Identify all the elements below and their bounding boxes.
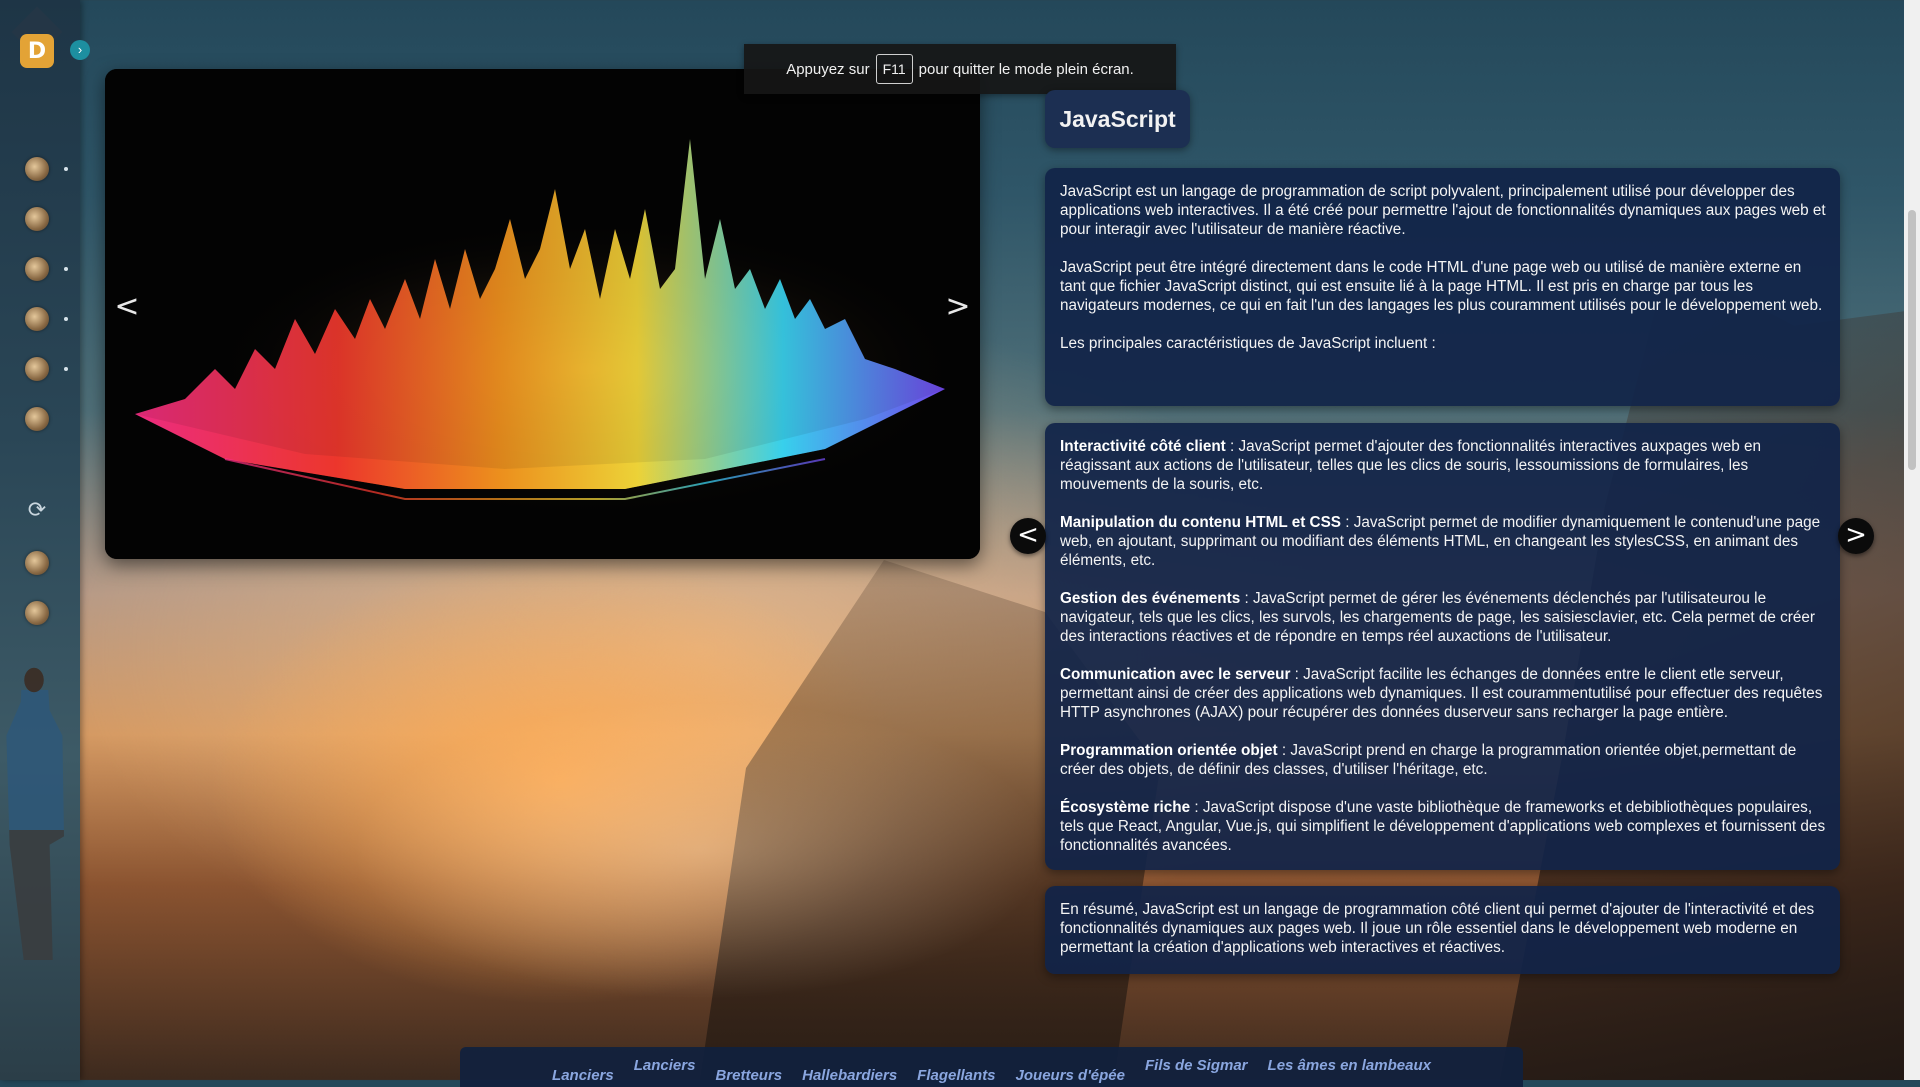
feature-term: Communication avec le serveur	[1060, 666, 1291, 683]
feature-item: Interactivité côté client : JavaScript p…	[1060, 437, 1826, 494]
intro-paragraph: JavaScript est un langage de programmati…	[1060, 183, 1826, 238]
intro-paragraph: Les principales caractéristiques de Java…	[1060, 335, 1436, 352]
feature-item: Manipulation du contenu HTML et CSS : Ja…	[1060, 513, 1826, 570]
summary-panel: En résumé, JavaScript est un langage de …	[1045, 886, 1840, 974]
features-prev-button[interactable]: <	[1010, 518, 1046, 554]
bottom-nav-item[interactable]: Joueurs d'épée	[1006, 1047, 1135, 1087]
sound-wave-artwork	[105, 69, 980, 559]
fullscreen-key-label: F11	[875, 54, 913, 84]
bottom-nav-item[interactable]: Flagellants	[907, 1047, 1005, 1087]
carousel-next-button[interactable]: >	[938, 289, 978, 324]
chevron-right-icon[interactable]: ›	[70, 40, 90, 60]
sidebar-background-figure	[6, 660, 64, 1080]
sidebar-item-warrior-avatar-icon[interactable]	[25, 601, 49, 625]
features-panel: Interactivité côté client : JavaScript p…	[1045, 423, 1840, 870]
feature-term: Manipulation du contenu HTML et CSS	[1060, 514, 1341, 531]
intro-paragraph: JavaScript peut être intégré directement…	[1060, 259, 1823, 314]
sidebar-item-warrior-avatar-icon[interactable]	[25, 357, 49, 381]
sidebar-item-warrior-avatar-icon[interactable]	[25, 207, 49, 231]
bottom-nav-item[interactable]: Hallebardiers	[792, 1047, 907, 1087]
fullscreen-notice-suffix: pour quitter le mode plein écran.	[918, 60, 1134, 78]
bottom-nav-item[interactable]: Bretteurs	[705, 1047, 792, 1087]
intro-panel: JavaScript est un langage de programmati…	[1045, 168, 1840, 406]
bottom-nav-item[interactable]: Lanciers	[542, 1047, 624, 1087]
feature-term: Interactivité côté client	[1060, 438, 1226, 455]
sidebar: D › ⟳	[0, 0, 90, 1080]
features-next-button[interactable]: >	[1838, 518, 1874, 554]
feature-item: Programmation orientée objet : JavaScrip…	[1060, 741, 1826, 779]
scrollbar-thumb[interactable]	[1908, 210, 1916, 470]
bottom-nav-item[interactable]: Fils de Sigmar	[1135, 1047, 1258, 1087]
feature-item: Gestion des événements : JavaScript perm…	[1060, 589, 1826, 646]
feature-item: Écosystème riche : JavaScript dispose d'…	[1060, 798, 1826, 855]
sidebar-item-indicator	[64, 267, 68, 271]
bottom-nav: Lanciers Lanciers Bretteurs Hallebardier…	[460, 1047, 1523, 1087]
feature-term: Écosystème riche	[1060, 799, 1191, 816]
feature-item: Communication avec le serveur : JavaScri…	[1060, 665, 1826, 722]
carousel-prev-button[interactable]: <	[107, 289, 147, 324]
sidebar-item-warrior-avatar-icon[interactable]	[25, 551, 49, 575]
feature-term: Programmation orientée objet	[1060, 742, 1278, 759]
background-mist	[350, 700, 1050, 1000]
page-title: JavaScript	[1045, 90, 1190, 148]
bottom-nav-item[interactable]: Lanciers	[624, 1047, 706, 1087]
sidebar-item-warrior-avatar-icon[interactable]	[25, 407, 49, 431]
feature-term: Gestion des événements	[1060, 590, 1241, 607]
summary-paragraph: En résumé, JavaScript est un langage de …	[1060, 901, 1815, 956]
sidebar-item-indicator	[64, 167, 68, 171]
page-scrollbar[interactable]	[1904, 0, 1920, 1080]
sidebar-item-indicator	[64, 367, 68, 371]
sidebar-item-indicator	[64, 317, 68, 321]
fullscreen-notice: Appuyez sur F11 pour quitter le mode ple…	[744, 44, 1176, 94]
bottom-nav-item[interactable]: Les âmes en lambeaux	[1258, 1047, 1441, 1087]
sidebar-item-warrior-avatar-icon[interactable]	[25, 307, 49, 331]
refresh-icon[interactable]: ⟳	[25, 498, 49, 522]
fullscreen-notice-prefix: Appuyez sur	[786, 60, 870, 78]
sidebar-item-warrior-avatar-icon[interactable]	[25, 257, 49, 281]
logo-badge[interactable]: D	[20, 34, 54, 68]
image-carousel: < >	[105, 69, 980, 559]
sidebar-item-warrior-avatar-icon[interactable]	[25, 157, 49, 181]
